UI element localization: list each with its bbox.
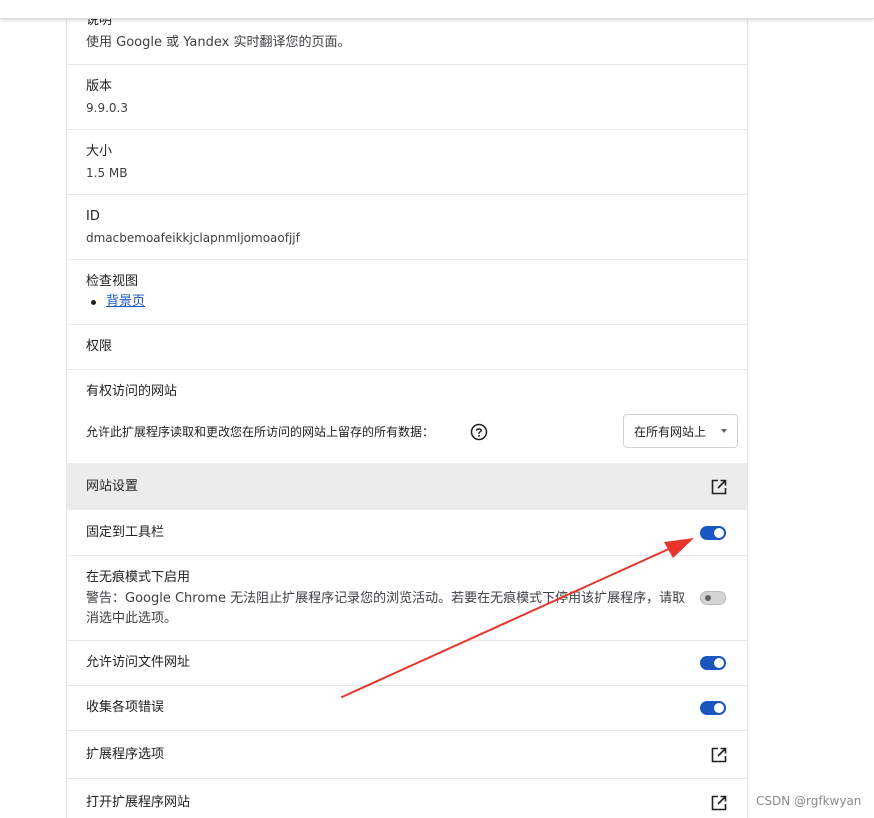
toggle-knob bbox=[714, 528, 724, 538]
pin-toolbar-toggle[interactable] bbox=[700, 526, 726, 540]
site-access-select-value: 在所有网站上 bbox=[634, 425, 707, 439]
divider bbox=[67, 555, 747, 556]
toggle-knob bbox=[714, 658, 724, 668]
id-value: dmacbemoafeikkjclapnmljomoaofjjf bbox=[86, 231, 300, 245]
divider bbox=[67, 685, 747, 686]
divider bbox=[67, 640, 747, 641]
inspect-views-label: 检查视图 bbox=[86, 274, 139, 289]
file-urls-toggle[interactable] bbox=[700, 656, 726, 670]
toggle-knob bbox=[705, 595, 711, 601]
permissions-label: 权限 bbox=[86, 339, 113, 354]
extension-details-card: 说明 使用 Google 或 Yandex 实时翻译您的页面。 版本 9.9.0… bbox=[66, 0, 748, 818]
collect-errors-label: 收集各项错误 bbox=[86, 700, 165, 715]
size-label: 大小 bbox=[86, 144, 113, 159]
watermark: CSDN @rgfkwyan bbox=[756, 794, 862, 808]
divider bbox=[67, 64, 747, 65]
extension-options-row[interactable]: 扩展程序选项 bbox=[67, 731, 747, 778]
id-label: ID bbox=[86, 209, 100, 224]
incognito-label: 在无痕模式下启用 bbox=[86, 570, 191, 585]
site-settings-label: 网站设置 bbox=[86, 479, 139, 494]
site-access-description: 允许此扩展程序读取和更改您在所访问的网站上留存的所有数据： bbox=[86, 425, 435, 439]
divider bbox=[67, 259, 747, 260]
incognito-warning-line2: 消选中此选项。 bbox=[86, 611, 178, 626]
help-icon[interactable] bbox=[470, 423, 488, 441]
divider bbox=[67, 324, 747, 325]
extension-options-label: 扩展程序选项 bbox=[86, 747, 165, 762]
open-website-label: 打开扩展程序网站 bbox=[86, 795, 191, 810]
open-in-new-icon[interactable] bbox=[710, 746, 728, 764]
open-in-new-icon[interactable] bbox=[710, 794, 728, 812]
version-label: 版本 bbox=[86, 79, 113, 94]
toggle-knob bbox=[714, 703, 724, 713]
file-urls-label: 允许访问文件网址 bbox=[86, 655, 191, 670]
pin-toolbar-label: 固定到工具栏 bbox=[86, 525, 165, 540]
description-value: 使用 Google 或 Yandex 实时翻译您的页面。 bbox=[86, 35, 351, 50]
incognito-warning-line1: 警告：Google Chrome 无法阻止扩展程序记录您的浏览活动。若要在无痕模… bbox=[86, 591, 686, 606]
site-access-label: 有权访问的网站 bbox=[86, 384, 178, 399]
incognito-toggle[interactable] bbox=[700, 591, 726, 605]
top-bar-shadow bbox=[0, 0, 874, 19]
size-value: 1.5 MB bbox=[86, 166, 128, 180]
list-bullet bbox=[91, 300, 96, 305]
site-access-select[interactable]: 在所有网站上 bbox=[623, 414, 738, 448]
divider bbox=[67, 129, 747, 130]
divider bbox=[67, 369, 747, 370]
open-website-row[interactable]: 打开扩展程序网站 bbox=[67, 779, 747, 818]
site-settings-row[interactable]: 网站设置 bbox=[67, 463, 747, 510]
collect-errors-toggle[interactable] bbox=[700, 701, 726, 715]
chevron-down-icon bbox=[721, 429, 727, 433]
divider bbox=[67, 194, 747, 195]
open-in-new-icon[interactable] bbox=[710, 478, 728, 496]
version-value: 9.9.0.3 bbox=[86, 101, 128, 115]
background-page-link[interactable]: 背景页 bbox=[106, 294, 145, 310]
